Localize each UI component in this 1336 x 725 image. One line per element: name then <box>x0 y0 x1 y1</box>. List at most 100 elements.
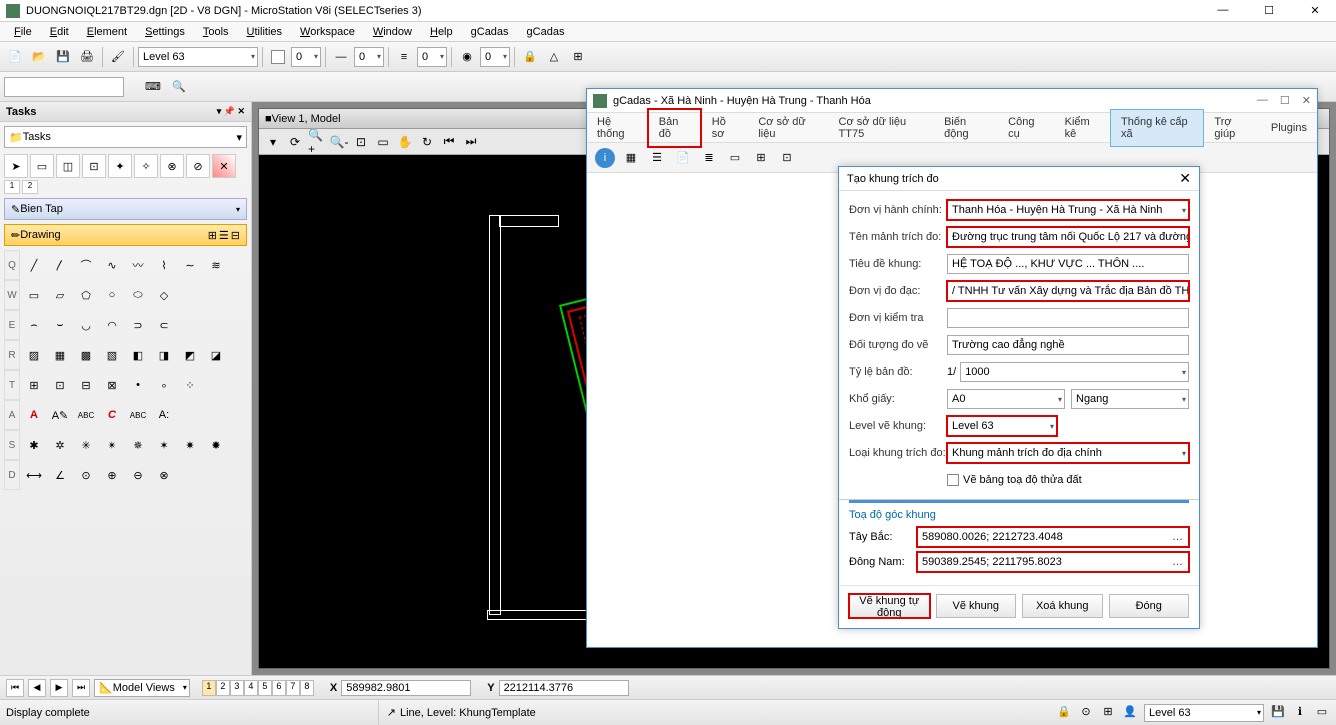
arc3-icon[interactable]: ⌢ <box>22 313 46 337</box>
block-icon[interactable]: ▱ <box>48 283 72 307</box>
sb-disk-icon[interactable]: 💾 <box>1270 704 1286 720</box>
snap-perp-icon[interactable]: ✵ <box>126 433 150 457</box>
grid-icon[interactable]: ⊞ <box>567 46 589 68</box>
tool-icon-8[interactable]: ⊘ <box>186 154 210 178</box>
snap-tan-icon[interactable]: ✷ <box>178 433 202 457</box>
tool-icon-5[interactable]: ✦ <box>108 154 132 178</box>
khung-close[interactable]: ✕ <box>1179 170 1191 187</box>
level-combo[interactable]: Level 63 <box>138 47 258 67</box>
tab-5[interactable]: 5 <box>258 680 272 696</box>
tasks-combo[interactable]: 📁 Tasks▾ <box>4 126 247 148</box>
view-pan-icon[interactable]: ✋ <box>395 132 415 152</box>
dim-lbl-icon[interactable]: ⊗ <box>152 463 176 487</box>
gcadas-max[interactable]: ☐ <box>1280 94 1290 107</box>
cell-lib-icon[interactable]: ⊠ <box>100 373 124 397</box>
gm-ho-so[interactable]: Hồ sơ <box>702 110 749 146</box>
sb-snap-icon[interactable]: ⊙ <box>1078 704 1094 720</box>
spline-icon[interactable]: 〰 <box>126 253 150 277</box>
gm-kiem-ke[interactable]: Kiểm kê <box>1055 110 1110 146</box>
stream-icon[interactable]: ≋ <box>204 253 228 277</box>
sb-user-icon[interactable]: 👤 <box>1122 704 1138 720</box>
tab-8[interactable]: 8 <box>300 680 314 696</box>
arc-icon[interactable]: ⌒ <box>74 253 98 277</box>
gradient-icon[interactable]: ◧ <box>126 343 150 367</box>
shape-icon[interactable]: ◇ <box>152 283 176 307</box>
maximize-button[interactable]: ☐ <box>1254 4 1284 17</box>
nav-last[interactable]: ⏭ <box>72 679 90 697</box>
bezier-icon[interactable]: ⌇ <box>152 253 176 277</box>
gm-csdl-tt75[interactable]: Cơ sở dữ liệu TT75 <box>829 110 935 146</box>
menu-gcadas-2[interactable]: gCadas <box>519 24 573 40</box>
text-abc-icon[interactable]: ABC <box>74 403 98 427</box>
polygon-icon[interactable]: ⬠ <box>74 283 98 307</box>
linestyle-index[interactable]: 0 <box>354 47 384 67</box>
btn-dong[interactable]: Đóng <box>1109 594 1190 618</box>
view-fit-icon[interactable]: ⊡ <box>351 132 371 152</box>
view-zoom-out-icon[interactable]: 🔍- <box>329 132 349 152</box>
tab-3[interactable]: 3 <box>230 680 244 696</box>
inp-dong-nam[interactable]: 590389.2545; 2211795.8023… <box>917 552 1189 572</box>
btn-xoa[interactable]: Xoá khung <box>1022 594 1103 618</box>
gtb-doc-icon[interactable]: 📄 <box>673 148 693 168</box>
view-zoom-in-icon[interactable]: 🔍+ <box>307 132 327 152</box>
task-num-2[interactable]: 2 <box>22 180 38 194</box>
linestyle-icon[interactable]: — <box>330 46 352 68</box>
close-button[interactable]: ✕ <box>1300 4 1330 17</box>
flood-icon[interactable]: ◪ <box>204 343 228 367</box>
menu-window[interactable]: Window <box>365 24 420 40</box>
gm-he-thong[interactable]: Hệ thống <box>587 110 647 146</box>
gtb-chart-icon[interactable]: ⊡ <box>777 148 797 168</box>
pattern-icon[interactable]: ▦ <box>48 343 72 367</box>
inp-orientation[interactable]: Ngang <box>1071 389 1189 409</box>
polyline-icon[interactable]: 〳 <box>48 253 72 277</box>
gm-csdl[interactable]: Cơ sở dữ liệu <box>748 110 828 146</box>
pin-icon[interactable]: ▾ 📌 ✕ <box>217 106 245 117</box>
menu-tools[interactable]: Tools <box>195 24 237 40</box>
lineweight-icon[interactable]: ≡ <box>393 46 415 68</box>
gm-thong-ke[interactable]: Thống kê cấp xã <box>1110 109 1204 147</box>
nav-prev[interactable]: ◀ <box>28 679 46 697</box>
view-next-icon[interactable]: ⏭ <box>461 132 481 152</box>
gm-cong-cu[interactable]: Công cụ <box>998 110 1054 146</box>
gm-bien-dong[interactable]: Biến động <box>934 110 998 146</box>
inp-level[interactable]: Level 63 <box>947 416 1057 436</box>
dim-note-icon[interactable]: ⊖ <box>126 463 150 487</box>
region-icon[interactable]: ◩ <box>178 343 202 367</box>
inp-ten-manh[interactable]: Đường trục trung tâm nối Quốc Lộ 217 và … <box>947 227 1189 247</box>
snap-ext-icon[interactable]: ✸ <box>204 433 228 457</box>
minimize-button[interactable]: — <box>1208 4 1238 17</box>
arc-modify-icon[interactable]: ⊃ <box>126 313 150 337</box>
tool-icon-7[interactable]: ⊗ <box>160 154 184 178</box>
section-drawing[interactable]: ✏ Drawing ⊞☰⊟ <box>4 224 247 246</box>
gtb-list-icon[interactable]: ☰ <box>647 148 667 168</box>
select-rect-icon[interactable]: ▭ <box>30 154 54 178</box>
snap-near-icon[interactable]: ✶ <box>152 433 176 457</box>
inp-kho-giay[interactable]: A0 <box>947 389 1065 409</box>
inp-tieu-de[interactable]: HỆ TOẠ ĐỘ ..., KHƯ VỰC ... THÔN .... <box>947 254 1189 274</box>
command-input[interactable] <box>4 77 124 97</box>
cell-place-icon[interactable]: ⊡ <box>48 373 72 397</box>
nav-first[interactable]: ⏮ <box>6 679 24 697</box>
color-index[interactable]: 0 <box>291 47 321 67</box>
view-window-icon[interactable]: ▭ <box>373 132 393 152</box>
arc-center-icon[interactable]: ⌣ <box>48 313 72 337</box>
snap-mid-icon[interactable]: ✲ <box>48 433 72 457</box>
lineweight-index[interactable]: 0 <box>417 47 447 67</box>
model-views-combo[interactable]: 📐 Model Views <box>94 679 190 697</box>
menu-help[interactable]: Help <box>422 24 461 40</box>
texture-icon[interactable]: ◨ <box>152 343 176 367</box>
tab-7[interactable]: 7 <box>286 680 300 696</box>
text-a-icon[interactable]: A <box>22 403 46 427</box>
dim-rad-icon[interactable]: ⊙ <box>74 463 98 487</box>
view-rotate-icon[interactable]: ↻ <box>417 132 437 152</box>
save-icon[interactable]: 💾 <box>52 46 74 68</box>
gtb-layers-icon[interactable]: ≣ <box>699 148 719 168</box>
dim-ang-icon[interactable]: ∠ <box>48 463 72 487</box>
open-file-icon[interactable]: 📂 <box>28 46 50 68</box>
circle-icon[interactable]: ○ <box>100 283 124 307</box>
point-str-icon[interactable]: ⁘ <box>178 373 202 397</box>
line-icon[interactable]: ╱ <box>22 253 46 277</box>
snap-icon[interactable]: ✱ <box>22 433 46 457</box>
wave-icon[interactable]: ∼ <box>178 253 202 277</box>
cell-icon[interactable]: ⊞ <box>22 373 46 397</box>
